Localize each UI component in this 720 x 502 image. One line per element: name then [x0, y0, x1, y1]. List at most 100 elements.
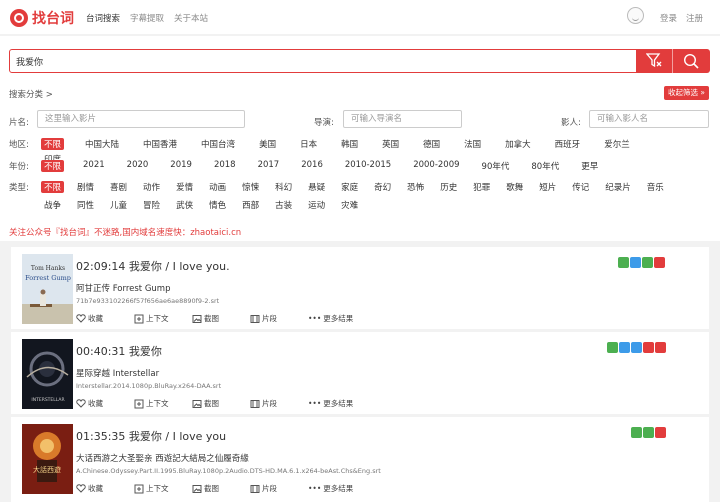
result-time-line[interactable]: 00:40:31 我爱你: [76, 343, 162, 359]
video-badge-icon[interactable]: [654, 257, 665, 268]
poster-image[interactable]: Tom Hanks Forrest Gump: [22, 254, 73, 324]
year-option[interactable]: 不限: [41, 160, 65, 172]
context-button[interactable]: 上下文: [134, 313, 192, 324]
year-option[interactable]: 2010-2015: [342, 160, 394, 172]
type-option[interactable]: 不限: [41, 181, 65, 193]
collapse-filter-button[interactable]: 收起筛选 »: [664, 86, 709, 100]
year-option[interactable]: 80年代: [528, 160, 562, 172]
type-option[interactable]: 歌舞: [503, 181, 526, 193]
nav-subtitle-extract[interactable]: 字幕提取: [130, 12, 164, 24]
type-option[interactable]: 短片: [536, 181, 559, 193]
play-badge-icon[interactable]: [631, 427, 642, 438]
clip-button[interactable]: 片段: [250, 483, 308, 494]
search-button[interactable]: [673, 49, 710, 73]
region-option[interactable]: 中国大陆: [82, 138, 122, 150]
region-option[interactable]: 中国台湾: [198, 138, 238, 150]
type-option[interactable]: 西部: [239, 199, 262, 211]
poster-image[interactable]: INTERSTELLAR: [22, 339, 73, 409]
year-option[interactable]: 2017: [255, 160, 283, 172]
filter-button[interactable]: [636, 49, 673, 73]
type-option[interactable]: 战争: [41, 199, 64, 211]
type-option[interactable]: 悬疑: [305, 181, 328, 193]
login-link[interactable]: 登录: [660, 12, 677, 24]
type-option[interactable]: 传记: [569, 181, 592, 193]
director-input[interactable]: 可输入导演名: [343, 110, 462, 128]
play-blue-badge-icon[interactable]: [630, 257, 641, 268]
type-option[interactable]: 纪录片: [602, 181, 634, 193]
region-option[interactable]: 中国香港: [140, 138, 180, 150]
screenshot-button[interactable]: 截图: [192, 483, 250, 494]
type-option[interactable]: 运动: [305, 199, 328, 211]
poster-image[interactable]: 大話西遊: [22, 424, 73, 494]
video-badge-icon[interactable]: [655, 427, 666, 438]
type-option[interactable]: 同性: [74, 199, 97, 211]
play-blue-badge-icon[interactable]: [619, 342, 630, 353]
play-badge-icon[interactable]: [607, 342, 618, 353]
video-badge-icon[interactable]: [643, 342, 654, 353]
region-option[interactable]: 日本: [297, 138, 320, 150]
video-badge-icon[interactable]: [655, 342, 666, 353]
more-results-button[interactable]: ••• 更多结果: [308, 398, 353, 409]
screenshot-button[interactable]: 截图: [192, 398, 250, 409]
download-badge-icon[interactable]: [642, 257, 653, 268]
context-button[interactable]: 上下文: [134, 483, 192, 494]
category-label[interactable]: 搜索分类 >: [9, 88, 53, 100]
user-avatar-icon[interactable]: [627, 7, 644, 24]
type-option[interactable]: 家庭: [338, 181, 361, 193]
actor-input[interactable]: 可输入影人名: [589, 110, 709, 128]
nav-about[interactable]: 关于本站: [174, 12, 208, 24]
year-option[interactable]: 2019: [167, 160, 195, 172]
region-option[interactable]: 法国: [461, 138, 484, 150]
year-option[interactable]: 2016: [298, 160, 326, 172]
type-option[interactable]: 儿童: [107, 199, 130, 211]
type-option[interactable]: 历史: [437, 181, 460, 193]
clip-button[interactable]: 片段: [250, 313, 308, 324]
site-logo[interactable]: 找台词: [10, 8, 74, 28]
favorite-button[interactable]: 收藏: [76, 483, 134, 494]
type-option[interactable]: 冒险: [140, 199, 163, 211]
region-option[interactable]: 西班牙: [552, 138, 584, 150]
download-badge-icon[interactable]: [643, 427, 654, 438]
type-option[interactable]: 犯罪: [470, 181, 493, 193]
result-time-line[interactable]: 02:09:14 我爱你 / I love you.: [76, 258, 230, 274]
context-button[interactable]: 上下文: [134, 398, 192, 409]
type-option[interactable]: 恐怖: [404, 181, 427, 193]
type-option[interactable]: 动画: [206, 181, 229, 193]
result-title[interactable]: 大话西游之大圣娶亲 西遊記大結局之仙履奇緣: [76, 452, 249, 464]
search-input[interactable]: [16, 50, 616, 72]
register-link[interactable]: 注册: [686, 12, 703, 24]
type-option[interactable]: 情色: [206, 199, 229, 211]
type-option[interactable]: 古装: [272, 199, 295, 211]
result-time-line[interactable]: 01:35:35 我爱你 / I love you: [76, 428, 226, 444]
type-option[interactable]: 惊悚: [239, 181, 262, 193]
more-results-button[interactable]: ••• 更多结果: [308, 483, 353, 494]
region-option[interactable]: 加拿大: [502, 138, 534, 150]
more-results-button[interactable]: ••• 更多结果: [308, 313, 353, 324]
year-option[interactable]: 2021: [80, 160, 108, 172]
type-option[interactable]: 喜剧: [107, 181, 130, 193]
favorite-button[interactable]: 收藏: [76, 313, 134, 324]
year-option[interactable]: 90年代: [479, 160, 513, 172]
year-option[interactable]: 更早: [578, 160, 601, 172]
title-input[interactable]: 这里输入影片: [37, 110, 245, 128]
type-option[interactable]: 武侠: [173, 199, 196, 211]
type-option[interactable]: 奇幻: [371, 181, 394, 193]
year-option[interactable]: 2018: [211, 160, 239, 172]
play-badge-icon[interactable]: [618, 257, 629, 268]
type-option[interactable]: 灾难: [338, 199, 361, 211]
type-option[interactable]: 音乐: [644, 181, 667, 193]
type-option[interactable]: 剧情: [74, 181, 97, 193]
type-option[interactable]: 科幻: [272, 181, 295, 193]
region-option[interactable]: 英国: [379, 138, 402, 150]
clip-button[interactable]: 片段: [250, 398, 308, 409]
type-option[interactable]: 爱情: [173, 181, 196, 193]
result-title[interactable]: 星际穿越 Interstellar: [76, 367, 159, 379]
screenshot-button[interactable]: 截图: [192, 313, 250, 324]
region-option[interactable]: 爱尔兰: [601, 138, 633, 150]
result-title[interactable]: 阿甘正传 Forrest Gump: [76, 282, 170, 294]
region-option[interactable]: 不限: [41, 138, 65, 150]
year-option[interactable]: 2000-2009: [410, 160, 462, 172]
region-option[interactable]: 韩国: [338, 138, 361, 150]
play-blue-badge-icon[interactable]: [631, 342, 642, 353]
region-option[interactable]: 德国: [420, 138, 443, 150]
